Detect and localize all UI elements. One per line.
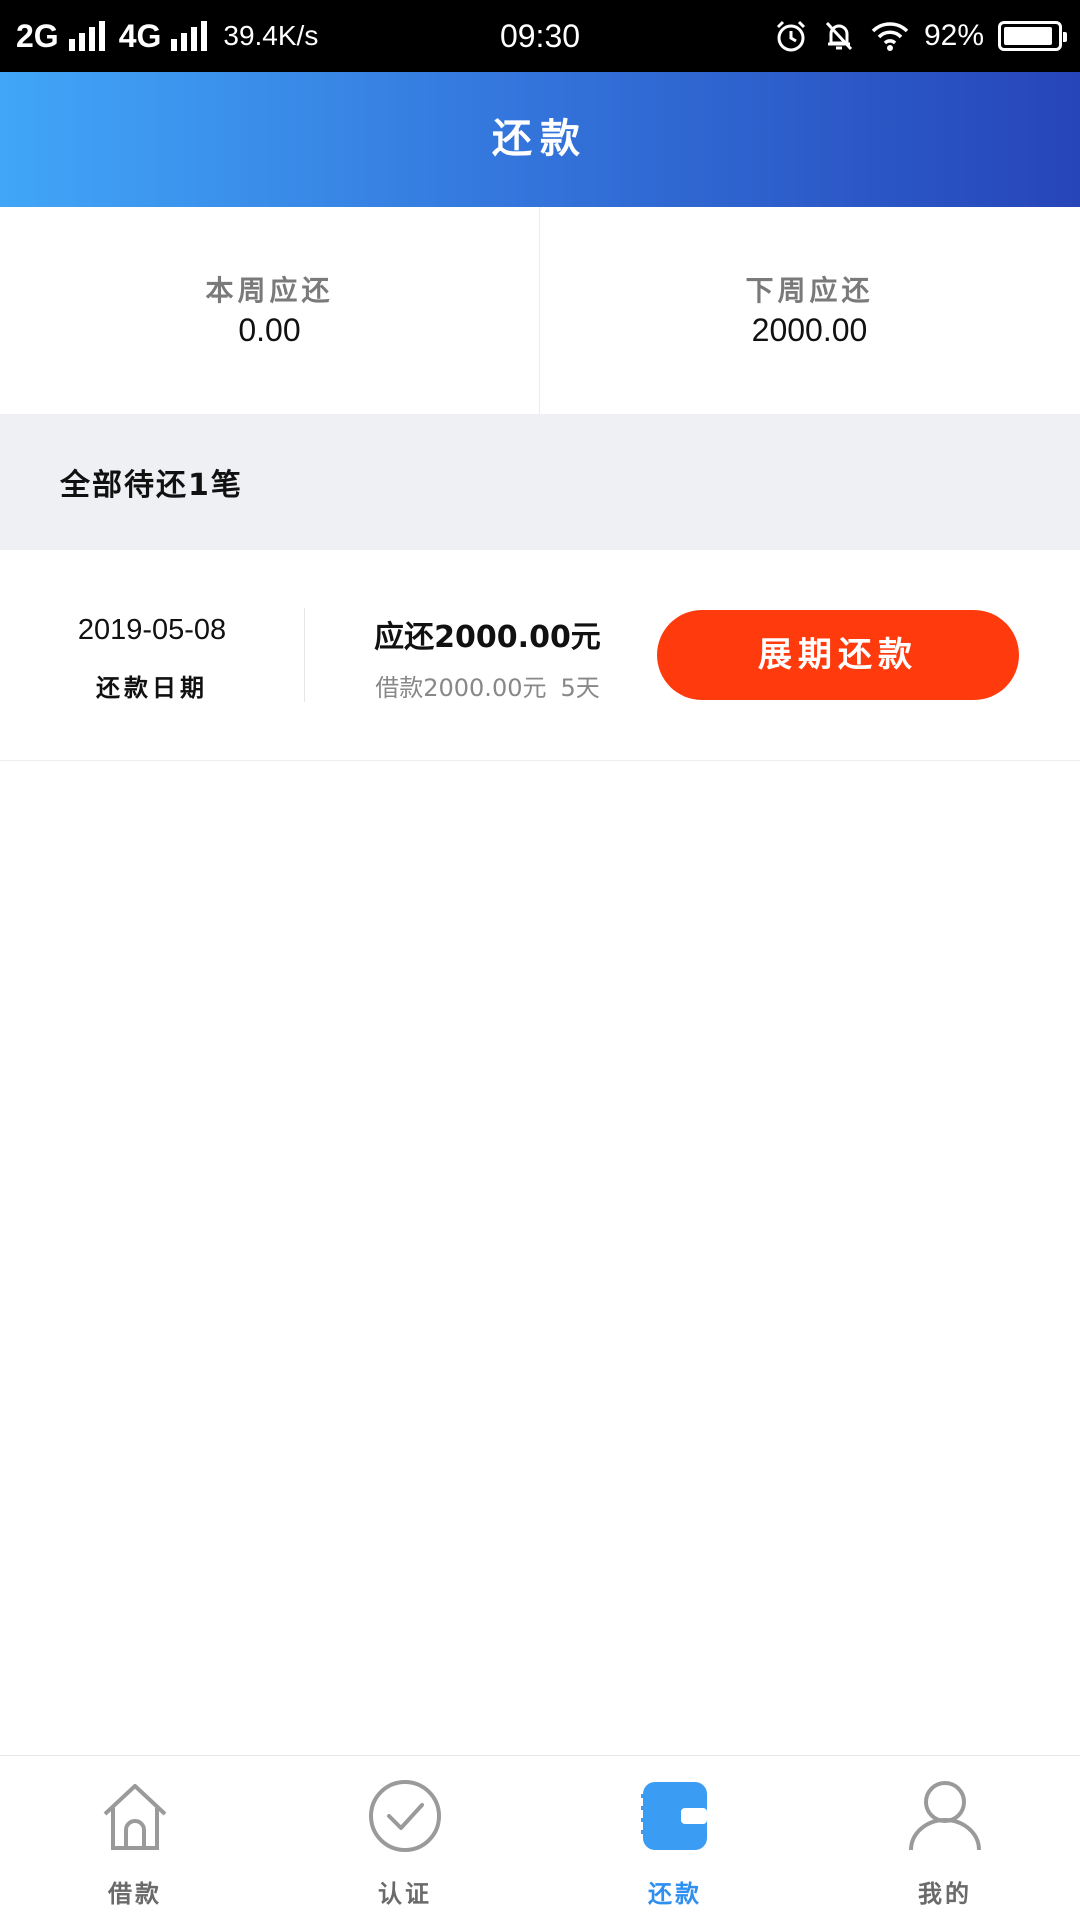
pending-count-title: 全部待还1笔 [60, 468, 243, 503]
next-week-due: 下周应还 2000.00 [540, 207, 1079, 414]
loan-term: 5天 [560, 674, 600, 702]
borrowed-amount: 借款2000.00元 [375, 674, 547, 702]
next-week-due-label: 下周应还 [745, 274, 874, 307]
repayment-summary: 本周应还 0.00 下周应还 2000.00 [0, 207, 1080, 414]
page-title: 还款 [492, 116, 588, 162]
list-item: 2019-05-08 还款日期 应还2000.00元 借款2000.00元 5天 … [0, 550, 1080, 761]
tab-label: 还款 [648, 1880, 702, 1908]
due-amount: 应还2000.00元 [374, 620, 601, 655]
tab-mine[interactable]: 我的 [810, 1756, 1080, 1921]
status-bar: 2G 4G 39.4K/s 09:30 92% [0, 0, 1080, 72]
tab-verify[interactable]: 认证 [270, 1756, 540, 1921]
due-date-label: 还款日期 [96, 674, 208, 702]
loan-detail: 借款2000.00元 5天 [305, 668, 670, 703]
tab-repay[interactable]: 还款 [540, 1756, 810, 1921]
battery-icon [998, 21, 1067, 51]
tab-label: 认证 [378, 1880, 432, 1908]
battery-percent: 92% [923, 19, 984, 52]
tab-borrow[interactable]: 借款 [0, 1756, 270, 1921]
this-week-due: 本周应还 0.00 [0, 207, 539, 414]
page-header: 还款 [0, 72, 1080, 207]
due-date: 2019-05-08 [77, 614, 227, 646]
pending-section-header: 全部待还1笔 [0, 414, 1080, 550]
this-week-due-value: 0.00 [238, 312, 301, 348]
extend-repayment-button[interactable]: 展期还款 [657, 610, 1019, 700]
mute-bell-icon [822, 19, 856, 53]
this-week-due-label: 本周应还 [205, 274, 334, 307]
tab-label: 我的 [918, 1880, 972, 1908]
wifi-icon [870, 19, 910, 53]
alarm-icon [774, 19, 808, 53]
tab-label: 借款 [108, 1880, 162, 1908]
bottom-tab-bar: 借款 认证 还款 我的 [0, 1755, 1080, 1920]
next-week-due-value: 2000.00 [751, 312, 868, 348]
